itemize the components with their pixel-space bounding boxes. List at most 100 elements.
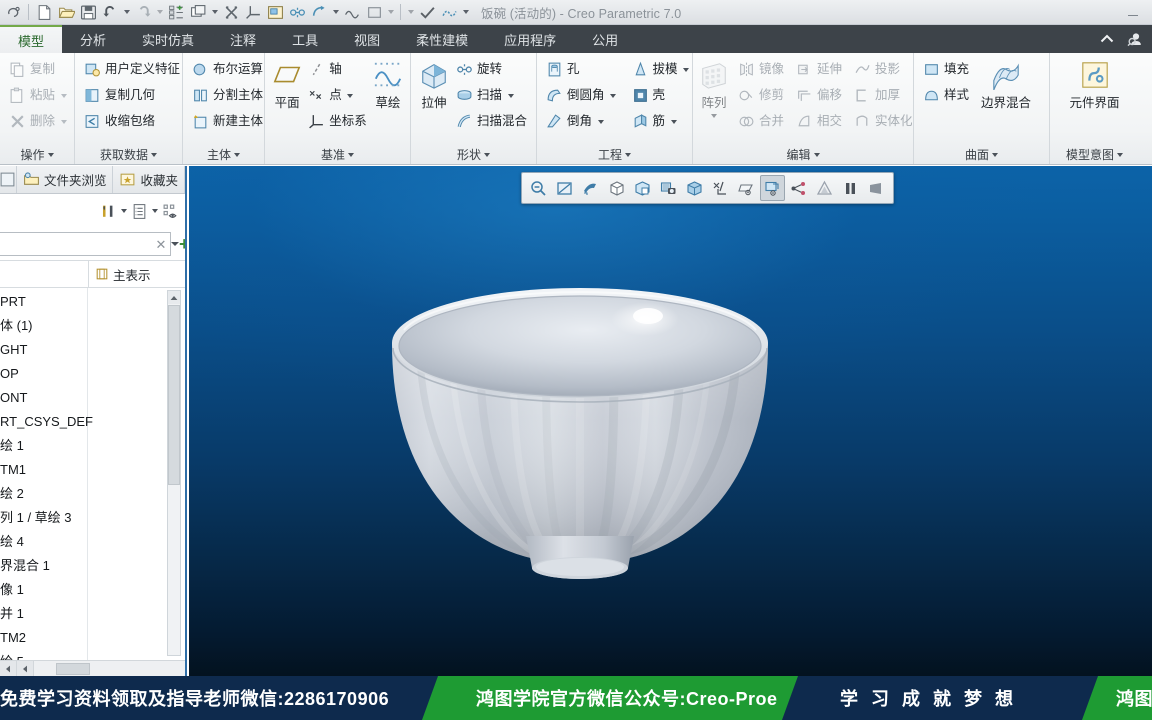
navigator-show-hide[interactable] [162, 203, 179, 220]
tree-header-col2[interactable]: 主表示 [89, 261, 185, 287]
datum-filter-button[interactable] [708, 175, 733, 201]
datum-plane-button[interactable]: 平面 [271, 57, 303, 111]
boundary-blend-button[interactable]: 边界混合 [978, 57, 1034, 111]
chevron-down-icon[interactable] [710, 112, 719, 120]
datum-point-button[interactable]: 点 [305, 83, 370, 108]
group-title-engineering[interactable]: 工程 [543, 146, 686, 164]
project-button[interactable]: 投影 [851, 57, 916, 82]
chevron-down-icon[interactable] [506, 94, 515, 98]
regenerate-button[interactable] [165, 1, 187, 23]
scroll-left-arrow-2[interactable] [17, 661, 34, 676]
graphics-viewport[interactable] [189, 166, 1152, 676]
trim-button[interactable]: 修剪 [735, 83, 787, 108]
split-body-button[interactable]: 分割主体 [189, 83, 266, 108]
undo-button[interactable] [99, 1, 121, 23]
spin-center-dropdown[interactable] [330, 1, 341, 23]
view-manager-button[interactable] [656, 175, 681, 201]
tree-item[interactable]: TM2 [0, 626, 87, 650]
scroll-thumb[interactable] [168, 305, 180, 485]
mirror-button[interactable]: 镜像 [735, 57, 787, 82]
appearance-gallery-button[interactable] [812, 175, 837, 201]
save-file-button[interactable] [77, 1, 99, 23]
swept-blend-button[interactable]: 扫描混合 [453, 109, 530, 134]
tab-annotate[interactable]: 注释 [212, 25, 274, 53]
tree-vertical-scrollbar[interactable] [167, 290, 181, 656]
stop-button[interactable] [864, 175, 889, 201]
scroll-up-arrow[interactable] [168, 291, 180, 304]
group-title-model-intent[interactable]: 模型意图 [1056, 146, 1133, 164]
sidebar-item-folder-browser[interactable]: 文件夹浏览 [17, 166, 114, 193]
close-window-button[interactable] [220, 1, 242, 23]
sketch-button[interactable]: 草绘 [372, 57, 404, 111]
sidebar-item-favorites[interactable]: 收藏夹 [113, 166, 185, 193]
tab-flexible-modeling[interactable]: 柔性建模 [398, 25, 486, 53]
group-title-get-data[interactable]: 获取数据 [81, 146, 176, 164]
draft-button[interactable]: 拔模 [629, 57, 694, 82]
layer-display-button[interactable] [363, 1, 385, 23]
group-title-surfaces[interactable]: 曲面 [920, 146, 1043, 164]
group-title-body[interactable]: 主体 [189, 146, 258, 164]
rib-button[interactable]: 筋 [629, 109, 694, 134]
tree-item[interactable]: RT_CSYS_DEF [0, 410, 93, 434]
offset-button[interactable]: 偏移 [793, 83, 845, 108]
search-input[interactable] [0, 232, 152, 256]
chevron-down-icon[interactable] [118, 201, 129, 221]
perspective-view-button[interactable] [682, 175, 707, 201]
clear-x-icon[interactable]: ✕ [152, 238, 170, 251]
intersect-button[interactable]: 相交 [793, 109, 845, 134]
window-list-dropdown[interactable] [209, 1, 220, 23]
app-menu-button[interactable] [2, 1, 24, 23]
hole-button[interactable]: 孔 [543, 57, 621, 82]
selection-dropdown[interactable] [460, 1, 471, 23]
chevron-down-icon[interactable] [171, 242, 179, 246]
zoom-area-button[interactable] [552, 175, 577, 201]
tree-item[interactable]: OP [0, 362, 87, 386]
new-body-button[interactable]: 新建主体 [189, 109, 266, 134]
saved-orientations-button[interactable] [630, 175, 655, 201]
chevron-down-icon[interactable] [682, 68, 691, 72]
chevron-down-icon[interactable] [669, 120, 678, 124]
collapse-ribbon-button[interactable] [1096, 28, 1118, 50]
navigator-settings[interactable] [100, 201, 129, 221]
scroll-thumb-horizontal[interactable] [56, 663, 90, 675]
extend-button[interactable]: 延伸 [793, 57, 845, 82]
udf-button[interactable]: 用户定义特征 [81, 57, 183, 82]
navigator-tree-filters[interactable] [131, 201, 160, 221]
tree-item[interactable]: 绘 1 [0, 434, 87, 458]
thicken-button[interactable]: 加厚 [851, 83, 916, 108]
navigator-tab-partial[interactable] [0, 166, 17, 193]
tree-item[interactable]: TM1 [0, 458, 87, 482]
coordinate-system-button[interactable]: 坐标系 [305, 109, 370, 134]
spin-center-button[interactable] [308, 1, 330, 23]
pattern-button[interactable]: 阵列 [699, 57, 729, 120]
spin-center-button[interactable] [786, 175, 811, 201]
chamfer-button[interactable]: 倒角 [543, 109, 621, 134]
delete-button[interactable]: 删除 [6, 109, 71, 134]
named-views-button[interactable] [341, 1, 363, 23]
tree-item[interactable]: PRT [0, 290, 87, 314]
annotation-display-button[interactable] [760, 175, 785, 201]
tree-item[interactable]: ONT [0, 386, 87, 410]
chevron-down-icon[interactable] [596, 120, 605, 124]
tab-tools[interactable]: 工具 [274, 25, 336, 53]
window-list-button[interactable] [187, 1, 209, 23]
redo-button[interactable] [132, 1, 154, 23]
misc-dropdown[interactable] [405, 1, 416, 23]
tree-item[interactable]: 像 1 [0, 578, 87, 602]
fill-button[interactable]: 填充 [920, 57, 972, 82]
chevron-down-icon[interactable] [346, 94, 355, 98]
tab-analysis[interactable]: 分析 [62, 25, 124, 53]
extrude-button[interactable]: 拉伸 [417, 57, 451, 111]
selection-filter-button[interactable] [438, 1, 460, 23]
redo-dropdown[interactable] [154, 1, 165, 23]
chevron-down-icon[interactable] [59, 94, 68, 98]
tab-common[interactable]: 公用 [574, 25, 636, 53]
tab-model[interactable]: 模型 [0, 25, 63, 53]
open-file-button[interactable] [55, 1, 77, 23]
tree-item[interactable]: 并 1 [0, 602, 87, 626]
datum-axis-button[interactable]: 轴 [305, 57, 370, 82]
solidify-button[interactable]: 实体化 [851, 109, 916, 134]
bowl-model[interactable] [380, 286, 780, 586]
refit-button[interactable] [578, 175, 603, 201]
tree-item[interactable]: 体 (1) [0, 314, 87, 338]
